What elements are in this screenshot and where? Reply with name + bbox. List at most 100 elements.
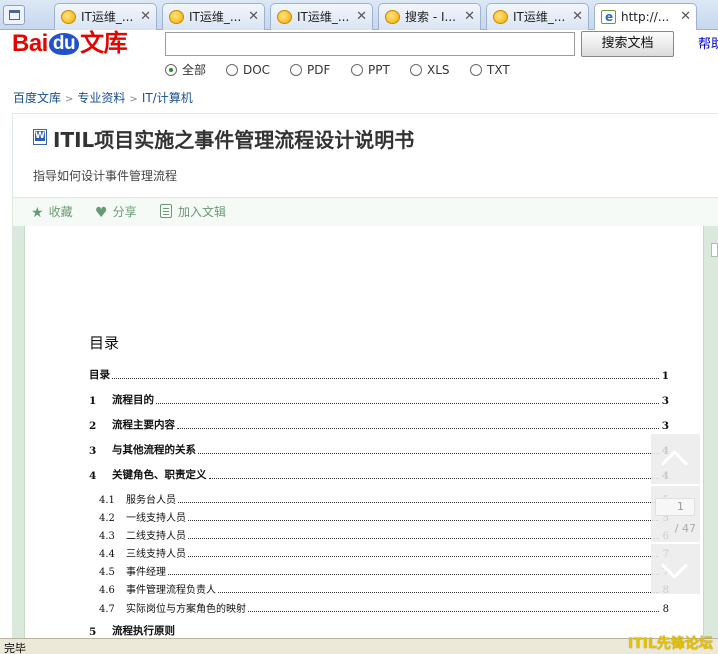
toc-leader: [112, 378, 659, 379]
tab-strip: IT运维_... ✕ IT运维_... ✕ IT运维_... ✕ 搜索 - I.…: [0, 0, 718, 30]
page-title: ITIL项目实施之事件管理流程设计说明书: [53, 128, 415, 152]
close-tab-icon[interactable]: ✕: [464, 4, 475, 30]
toc-leader: [178, 502, 659, 503]
close-tab-icon[interactable]: ✕: [572, 4, 583, 30]
baidu-paw-icon: [61, 10, 76, 24]
type-option-all[interactable]: 全部: [165, 62, 206, 78]
clipboard-icon: [160, 204, 172, 218]
search-docs-button[interactable]: 搜索文档: [581, 31, 674, 57]
toc-title: 实际岗位与方案角色的映射: [126, 604, 246, 615]
radio[interactable]: [351, 64, 363, 76]
type-option-ppt[interactable]: PPT: [351, 62, 390, 78]
toc-entry[interactable]: 4关键角色、职责定义4: [89, 466, 669, 482]
toc-title: 一线支持人员: [126, 513, 186, 524]
toc-leader: [188, 520, 659, 521]
tab-label: IT运维_...: [81, 10, 134, 24]
baidu-paw-icon: [385, 10, 400, 24]
doc-description: 指导如何设计事件管理流程: [33, 169, 178, 183]
toc-number: 4: [89, 470, 97, 482]
toc-heading: 目录: [89, 334, 120, 352]
close-tab-icon[interactable]: ✕: [248, 4, 259, 30]
toc-entry[interactable]: 4.3二线支持人员6: [89, 526, 669, 542]
toc-title: 流程主要内容: [112, 419, 175, 431]
close-tab-icon[interactable]: ✕: [356, 4, 367, 30]
logo-text-bai: Bai: [12, 30, 48, 57]
next-page-button[interactable]: [651, 544, 700, 594]
toc-entry[interactable]: 2 流程主要内容 3: [89, 416, 669, 432]
type-option-xls[interactable]: XLS: [410, 62, 450, 78]
side-expand-handle[interactable]: [711, 243, 718, 257]
toc-entry[interactable]: 4.4三线支持人员7: [89, 544, 669, 560]
browser-tab[interactable]: 搜索 - I... ✕: [378, 3, 481, 30]
browser-tab[interactable]: IT运维_... ✕: [162, 3, 265, 30]
favorite-button[interactable]: ★ 收藏: [31, 204, 73, 221]
toc-title: 流程执行原则: [112, 625, 175, 637]
doc-action-toolbar: ★ 收藏 ♥ 分享 加入文辑: [13, 197, 718, 227]
logo-paw-du: du: [48, 33, 80, 55]
status-text: 完毕: [4, 642, 26, 654]
document-viewer[interactable]: 目录 目录11流程目的32流程主要内容33与其他流程的关系44关键角色、职责定义…: [12, 226, 718, 638]
toc-number: 4.5: [99, 567, 115, 578]
doc-title-row: ITIL项目实施之事件管理流程设计说明书: [33, 128, 414, 152]
toc-leader: [218, 592, 659, 593]
toc-leader: [248, 611, 659, 612]
baidu-paw-icon: [493, 10, 508, 24]
type-label: XLS: [427, 63, 450, 77]
toc-entry[interactable]: 4.5事件经理7: [89, 562, 669, 578]
browser-window: IT运维_... ✕ IT运维_... ✕ IT运维_... ✕ 搜索 - I.…: [0, 0, 718, 654]
page-number-input[interactable]: 1: [655, 498, 695, 516]
toc-title: 二线支持人员: [126, 531, 186, 542]
search-input[interactable]: [165, 32, 575, 56]
ie-page-icon: [601, 4, 616, 30]
baidu-wenku-logo[interactable]: Bai du 文库: [12, 30, 128, 58]
breadcrumb-item[interactable]: IT/计算机: [142, 91, 193, 105]
breadcrumb-item[interactable]: 百度文库: [13, 91, 61, 105]
toc-entry[interactable]: 4.6事件管理流程负责人8: [89, 580, 669, 596]
chevron-right-icon: >: [129, 94, 138, 105]
toc-entry[interactable]: 4.7 实际岗位与方案角色的映射 8: [89, 599, 669, 615]
radio-selected[interactable]: [165, 64, 177, 76]
tab-list-button[interactable]: [3, 5, 25, 25]
status-bar: 完毕: [0, 638, 718, 654]
toc-number: 1: [89, 395, 97, 407]
type-option-txt[interactable]: TXT: [470, 62, 510, 78]
type-option-doc[interactable]: DOC: [226, 62, 270, 78]
add-to-collection-button[interactable]: 加入文辑: [160, 204, 226, 220]
toc-leader: [156, 403, 659, 404]
toc-title: 与其他流程的关系: [112, 444, 196, 456]
close-tab-icon[interactable]: ✕: [140, 4, 151, 30]
logo-text-wenku: 文库: [80, 30, 128, 57]
toc-entry[interactable]: 3与其他流程的关系4: [89, 441, 669, 457]
radio[interactable]: [290, 64, 302, 76]
toc-entry[interactable]: 1 流程目的 3: [89, 391, 669, 407]
toc-entry[interactable]: 5 流程执行原则: [89, 622, 669, 638]
help-link[interactable]: 帮助: [698, 33, 718, 52]
radio[interactable]: [410, 64, 422, 76]
toc-title: 流程目的: [112, 394, 154, 406]
browser-tab[interactable]: IT运维_... ✕: [486, 3, 589, 30]
toc-title: 三线支持人员: [126, 549, 186, 560]
share-button[interactable]: ♥ 分享: [95, 204, 137, 221]
breadcrumb-item[interactable]: 专业资料: [77, 91, 125, 105]
toc-number: 2: [89, 420, 97, 432]
toc-entry[interactable]: 4.1服务台人员5: [89, 490, 669, 506]
tab-label: IT运维_...: [189, 10, 242, 24]
type-label: 全部: [182, 63, 207, 77]
type-label: PPT: [368, 63, 390, 77]
document-header: ITIL项目实施之事件管理流程设计说明书 指导如何设计事件管理流程 ★ 收藏 ♥ 分…: [12, 113, 718, 233]
close-tab-icon[interactable]: ✕: [680, 4, 691, 30]
toc-number: 5: [89, 626, 97, 638]
browser-tab[interactable]: IT运维_... ✕: [54, 3, 157, 30]
toc-number: 3: [89, 445, 97, 457]
toc-entry[interactable]: 4.2一线支持人员5: [89, 508, 669, 524]
radio[interactable]: [470, 64, 482, 76]
type-option-pdf[interactable]: PDF: [290, 62, 330, 78]
toc-title: 目录: [89, 369, 110, 381]
browser-tab[interactable]: IT运维_... ✕: [270, 3, 373, 30]
browser-tab-active[interactable]: http://... ✕: [594, 3, 697, 30]
radio[interactable]: [226, 64, 238, 76]
toc-number: 4.4: [99, 549, 115, 560]
toc-entry[interactable]: 目录 1: [89, 366, 669, 382]
page-total: / 47: [674, 522, 696, 535]
previous-page-button[interactable]: [651, 434, 700, 484]
